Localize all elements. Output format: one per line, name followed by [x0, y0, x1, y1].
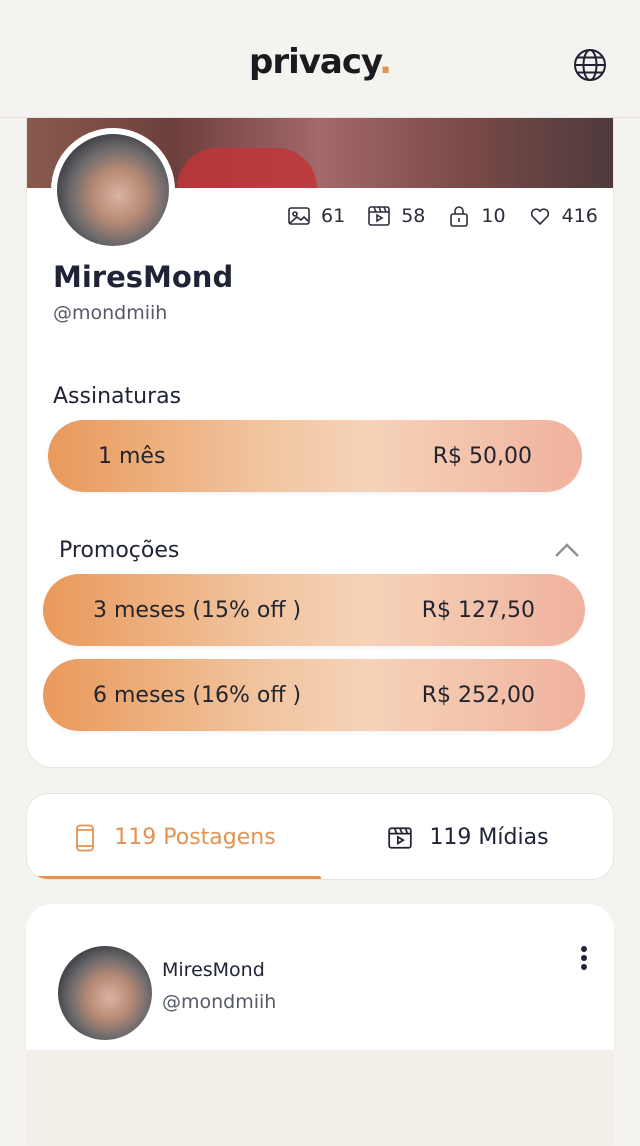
profile-avatar[interactable]	[51, 128, 175, 252]
post-author-avatar[interactable]	[56, 944, 154, 1042]
plan-3-months-button[interactable]: 3 meses (15% off ) R$ 127,50	[43, 574, 585, 646]
profile-card: 61 58 10 416 MiresMond @mondmiih Assinat…	[26, 118, 614, 768]
app-header: privacy.	[0, 0, 640, 118]
heart-icon	[530, 208, 549, 226]
content-tabs: 119 Postagens 119 Mídias	[26, 793, 614, 880]
plan-price: R$ 252,00	[421, 682, 535, 708]
video-clip-icon	[368, 206, 390, 226]
post-author-handle: @mondmiih	[162, 991, 277, 1013]
profile-name: MiresMond	[53, 260, 234, 294]
subscriptions-title: Assinaturas	[53, 384, 182, 409]
stat-photos: 61	[287, 204, 345, 228]
image-icon	[288, 207, 310, 225]
plan-label: 6 meses (16% off )	[93, 682, 302, 708]
active-tab-indicator	[27, 876, 321, 879]
phone-icon	[76, 824, 95, 851]
plan-label: 3 meses (15% off )	[93, 597, 302, 623]
plan-1-month-button[interactable]: 1 mês R$ 50,00	[48, 420, 582, 492]
tab-media[interactable]: 119 Mídias	[321, 794, 613, 879]
plan-label: 1 mês	[98, 443, 166, 469]
lock-icon	[450, 206, 469, 227]
post-author-name[interactable]: MiresMond	[162, 959, 265, 981]
stat-likes: 416	[528, 204, 598, 228]
video-clip-icon	[388, 826, 413, 849]
post-card: MiresMond @mondmiih	[26, 904, 614, 1146]
profile-stats: 61 58 10 416	[287, 202, 598, 230]
globe-icon[interactable]	[572, 47, 608, 83]
stat-videos: 58	[367, 204, 425, 228]
plan-price: R$ 50,00	[432, 443, 532, 469]
chevron-up-icon[interactable]	[554, 542, 580, 558]
tab-posts[interactable]: 119 Postagens	[27, 794, 321, 879]
logo[interactable]: privacy.	[0, 42, 640, 82]
promotions-title: Promoções	[59, 538, 180, 563]
profile-handle: @mondmiih	[53, 302, 168, 324]
more-options-icon[interactable]	[574, 944, 594, 974]
stat-locked: 10	[447, 204, 506, 228]
plan-price: R$ 127,50	[421, 597, 535, 623]
plan-6-months-button[interactable]: 6 meses (16% off ) R$ 252,00	[43, 659, 585, 731]
post-media[interactable]	[26, 1050, 614, 1146]
